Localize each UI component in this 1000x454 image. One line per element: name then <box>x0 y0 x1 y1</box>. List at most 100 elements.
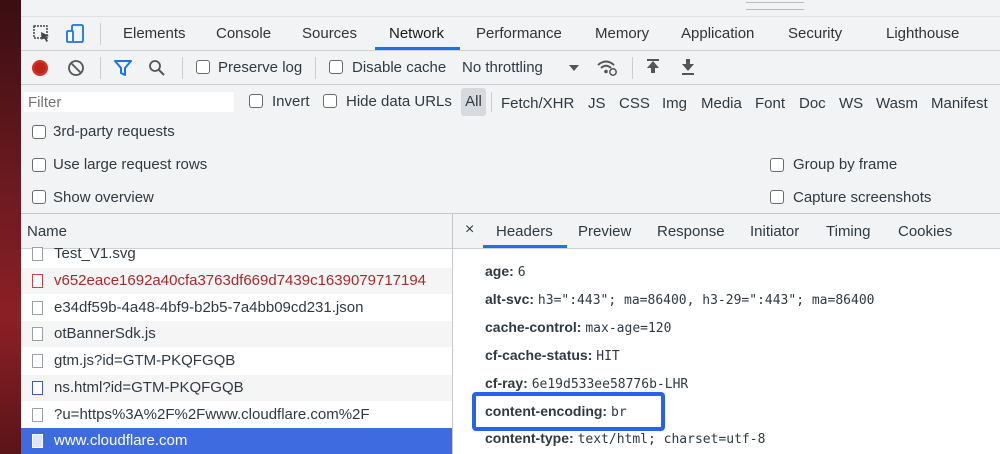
large-rows-checkbox[interactable] <box>32 158 46 172</box>
name-column-label: Name <box>27 223 68 240</box>
type-filter-manifest[interactable]: Manifest <box>931 95 988 112</box>
tab-cookies[interactable]: Cookies <box>898 223 952 240</box>
response-header-row: cache-control: max-age=120 <box>485 319 671 336</box>
throttling-select[interactable]: No throttling <box>462 59 543 76</box>
network-toolbar: Preserve log Disable cache No throttling <box>21 51 1000 85</box>
resize-grip[interactable] <box>746 2 804 10</box>
type-filter-ws[interactable]: WS <box>839 95 863 112</box>
tab-timing[interactable]: Timing <box>826 223 870 240</box>
third-party-checkbox[interactable] <box>32 125 46 139</box>
header-value: text/html; charset=utf-8 <box>577 432 766 447</box>
response-header-row: alt-svc: h3=":443"; ma=86400, h3-29=":44… <box>485 291 874 308</box>
capture-screenshots-checkbox[interactable] <box>770 190 784 204</box>
list-item[interactable]: Test_V1.svg <box>21 241 452 267</box>
header-value: 6 <box>517 265 526 280</box>
type-filter-js[interactable]: JS <box>588 95 606 112</box>
invert-checkbox[interactable] <box>249 94 263 108</box>
type-filter-wasm[interactable]: Wasm <box>876 95 918 112</box>
header-key: content-type: <box>485 430 574 446</box>
type-filter-font[interactable]: Font <box>755 95 785 112</box>
separator <box>632 57 633 79</box>
list-item[interactable]: e34df59b-4a48-4bf9-b2b5-7a4bb09cd231.jso… <box>21 295 452 321</box>
import-har-icon[interactable] <box>645 58 661 76</box>
tab-performance[interactable]: Performance <box>476 25 562 42</box>
list-item[interactable]: ?u=https%3A%2F%2Fwww.cloudflare.com%2F <box>21 402 452 428</box>
script-file-icon <box>32 327 43 341</box>
main-tab-bar: Elements Console Sources Network Perform… <box>21 17 1000 51</box>
json-file-icon <box>32 301 43 315</box>
details-tab-bar: × Headers Preview Response Initiator Tim… <box>453 214 1000 249</box>
filter-input[interactable] <box>24 92 234 112</box>
request-name: gtm.js?id=GTM-PKQFGQB <box>54 352 236 369</box>
window-top-strip <box>21 0 1000 17</box>
header-key: cache-control: <box>485 319 582 335</box>
tab-memory[interactable]: Memory <box>595 25 649 42</box>
request-name: ?u=https%3A%2F%2Fwww.cloudflare.com%2F <box>54 406 370 423</box>
type-filter-img[interactable]: Img <box>662 95 687 112</box>
hide-data-urls-label: Hide data URLs <box>346 93 452 110</box>
preserve-log-checkbox[interactable] <box>196 60 210 74</box>
list-item-selected[interactable]: www.cloudflare.com <box>21 428 452 454</box>
hide-data-urls-checkbox[interactable] <box>323 94 337 108</box>
list-item[interactable]: v652eace1692a40cfa3763df669d7439c1639079… <box>21 268 452 294</box>
group-by-frame-checkbox[interactable] <box>770 158 784 172</box>
header-key: alt-svc: <box>485 291 535 307</box>
tab-console[interactable]: Console <box>216 25 271 42</box>
list-item[interactable]: ns.html?id=GTM-PKQFGQB <box>21 375 452 401</box>
request-name: e34df59b-4a48-4bf9-b2b5-7a4bb09cd231.jso… <box>54 299 364 316</box>
type-filter-all[interactable]: All <box>461 88 486 116</box>
tab-sources[interactable]: Sources <box>302 25 357 42</box>
tab-headers[interactable]: Headers <box>496 223 553 240</box>
group-by-frame-label: Group by frame <box>793 156 898 173</box>
document-file-icon <box>32 274 43 288</box>
preserve-log-label: Preserve log <box>218 59 303 76</box>
export-har-icon[interactable] <box>680 58 696 76</box>
clear-icon[interactable] <box>67 59 85 77</box>
device-toolbar-icon[interactable] <box>65 23 87 45</box>
separator <box>315 57 316 79</box>
show-overview-checkbox[interactable] <box>32 190 46 204</box>
filter-icon[interactable] <box>113 59 133 77</box>
list-item[interactable]: otBannerSdk.js <box>21 321 452 347</box>
header-value: 6e19d533ee58776b-LHR <box>531 377 689 392</box>
disable-cache-label: Disable cache <box>352 59 447 76</box>
request-name: www.cloudflare.com <box>54 432 188 449</box>
disable-cache-checkbox[interactable] <box>329 60 343 74</box>
type-filter-fetch-xhr[interactable]: Fetch/XHR <box>501 95 574 112</box>
list-item[interactable]: gtm.js?id=GTM-PKQFGQB <box>21 348 452 374</box>
tab-security[interactable]: Security <box>788 25 842 42</box>
type-filter-doc[interactable]: Doc <box>799 95 826 112</box>
large-rows-label: Use large request rows <box>53 156 208 173</box>
network-conditions-icon[interactable] <box>596 58 618 78</box>
tab-response[interactable]: Response <box>657 223 725 240</box>
tab-initiator[interactable]: Initiator <box>750 223 799 240</box>
tab-lighthouse[interactable]: Lighthouse <box>886 25 959 42</box>
third-party-label: 3rd-party requests <box>53 123 175 140</box>
search-icon[interactable] <box>148 59 166 77</box>
html-document-icon <box>32 434 43 448</box>
script-file-icon <box>32 354 43 368</box>
tab-network[interactable]: Network <box>389 25 444 42</box>
type-filter-media[interactable]: Media <box>701 95 742 112</box>
type-filter-css[interactable]: CSS <box>619 95 650 112</box>
tab-preview[interactable]: Preview <box>578 223 631 240</box>
separator <box>100 57 101 79</box>
content-encoding-highlight <box>472 392 665 431</box>
other-file-icon <box>32 408 43 422</box>
tab-application[interactable]: Application <box>681 25 754 42</box>
header-value: h3=":443"; ma=86400, h3-29=":443"; ma=86… <box>537 293 875 308</box>
header-key: cf-ray: <box>485 375 528 391</box>
record-icon[interactable] <box>31 59 49 77</box>
image-file-icon <box>32 247 43 261</box>
request-list: Name Test_V1.svg v652eace1692a40cfa3763d… <box>21 214 453 454</box>
request-name: otBannerSdk.js <box>54 325 156 342</box>
separator <box>491 92 492 112</box>
header-value: max-age=120 <box>585 321 672 336</box>
close-icon[interactable]: × <box>465 221 474 239</box>
inspect-element-icon[interactable] <box>32 24 52 44</box>
chevron-down-icon[interactable] <box>568 63 580 73</box>
tab-elements[interactable]: Elements <box>123 25 186 42</box>
header-key: age: <box>485 263 514 279</box>
show-overview-label: Show overview <box>53 189 154 206</box>
capture-screenshots-label: Capture screenshots <box>793 189 932 206</box>
